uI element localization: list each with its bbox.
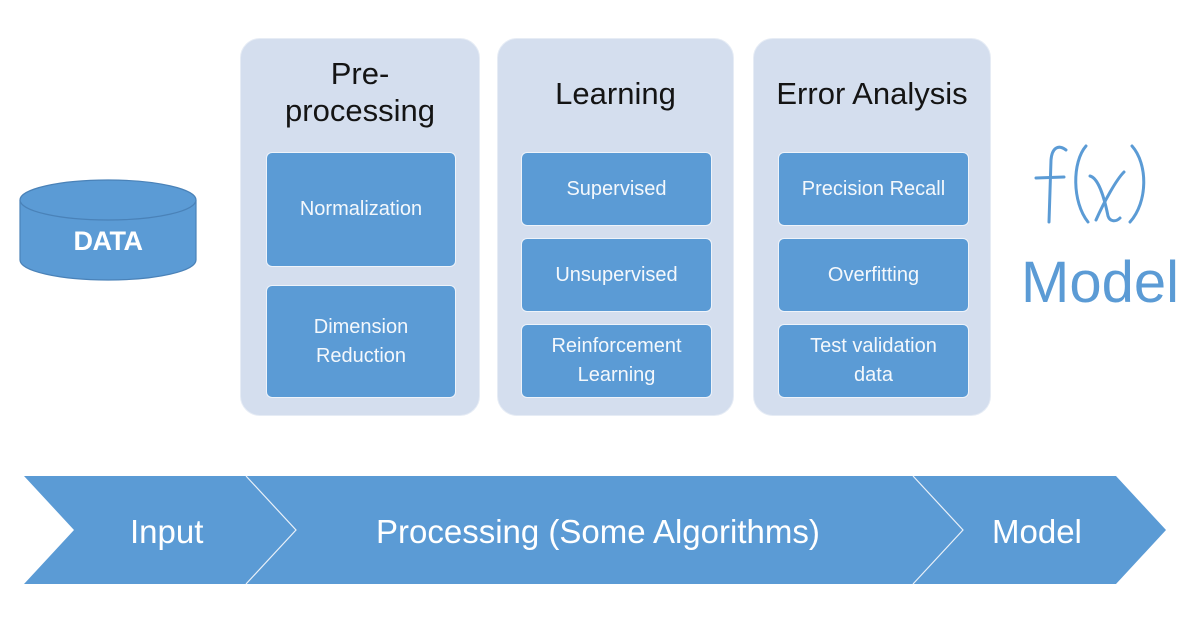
panel-error-analysis: Error Analysis Precision Recall Overfitt… (753, 38, 991, 416)
panel-preprocessing: Pre- processing Normalization Dimension … (240, 38, 480, 416)
item-normalization: Normalization (266, 152, 456, 267)
item-label: Unsupervised (555, 263, 678, 286)
item-label: Test validation data (810, 335, 937, 386)
item-supervised: Supervised (521, 152, 712, 226)
item-label: Normalization (299, 198, 423, 220)
formula-fx-icon (1030, 140, 1170, 230)
flow-label-input: Input (130, 513, 204, 550)
model-title: Model (1021, 250, 1179, 315)
item-label: Supervised (566, 177, 667, 200)
flow-label-model: Model (992, 513, 1082, 550)
item-precision-recall: Precision Recall (778, 152, 969, 226)
item-overfitting: Overfitting (778, 238, 969, 312)
item-label: Overfitting (827, 263, 920, 286)
item-label: Precision Recall (801, 177, 946, 200)
data-store: DATA (18, 178, 198, 284)
panel-learning: Learning Supervised Unsupervised Reinfor… (497, 38, 734, 416)
item-unsupervised: Unsupervised (521, 238, 712, 312)
item-dimension-reduction: Dimension Reduction (266, 285, 456, 398)
panel-title: Pre- processing (285, 56, 435, 128)
item-label: Reinforcement Learning (551, 335, 682, 386)
data-label: DATA (73, 226, 143, 256)
item-reinforcement-learning: Reinforcement Learning (521, 324, 712, 398)
flow-label-processing: Processing (Some Algorithms) (376, 513, 820, 550)
panel-title: Learning (555, 76, 676, 111)
item-label: Dimension Reduction (313, 315, 409, 367)
item-test-validation-data: Test validation data (778, 324, 969, 398)
process-flow: Input Processing (Some Algorithms) Model (0, 470, 1200, 590)
panel-title: Error Analysis (776, 76, 968, 111)
